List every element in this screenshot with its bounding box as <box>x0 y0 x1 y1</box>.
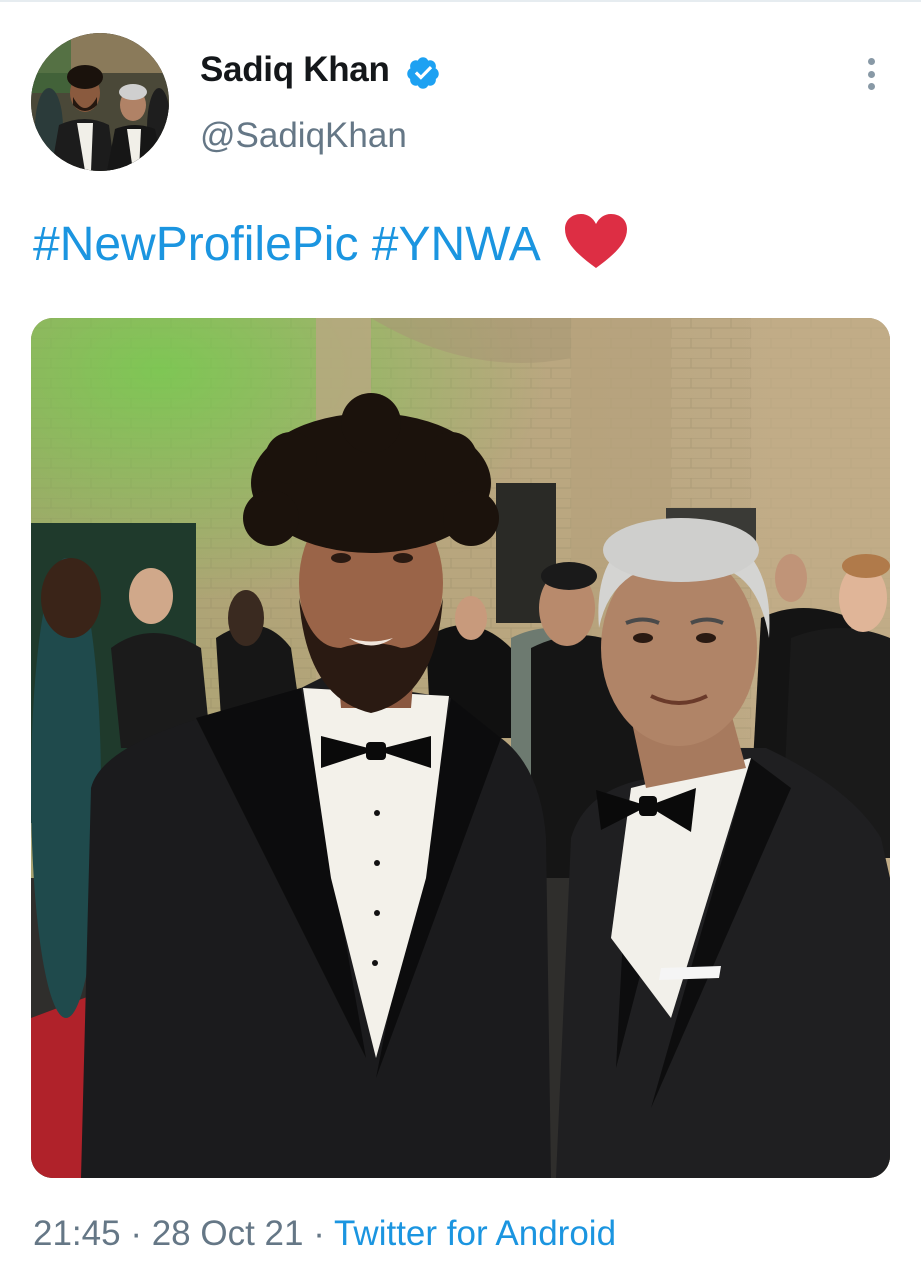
avatar[interactable] <box>31 33 169 171</box>
user-handle[interactable]: @SadiqKhan <box>200 116 407 156</box>
hashtag-newprofilepic[interactable]: #NewProfilePic <box>33 218 358 271</box>
tweet-source-link[interactable]: Twitter for Android <box>334 1214 616 1253</box>
tweet-date[interactable]: 28 Oct 21 <box>152 1214 304 1253</box>
more-options-icon[interactable] <box>851 54 891 94</box>
tweet-card: Sadiq Khan @SadiqKhan #NewProfilePic #YN… <box>0 0 921 1280</box>
photo-two-men-in-tuxedos <box>31 318 890 1178</box>
tweet-time[interactable]: 21:45 <box>33 1214 121 1253</box>
avatar-photo <box>31 33 169 171</box>
tweet-text: #NewProfilePic #YNWA <box>33 212 629 275</box>
hashtag-ynwa[interactable]: #YNWA <box>372 218 538 271</box>
tweet-metadata: 21:45 · 28 Oct 21 · Twitter for Android <box>33 1214 616 1254</box>
separator: · <box>313 1214 325 1253</box>
red-heart-icon <box>565 214 628 268</box>
divider <box>0 0 921 2</box>
display-name[interactable]: Sadiq Khan <box>200 50 390 90</box>
tweet-photo[interactable] <box>31 318 890 1178</box>
verified-badge-icon <box>407 57 439 89</box>
separator: · <box>130 1214 142 1253</box>
